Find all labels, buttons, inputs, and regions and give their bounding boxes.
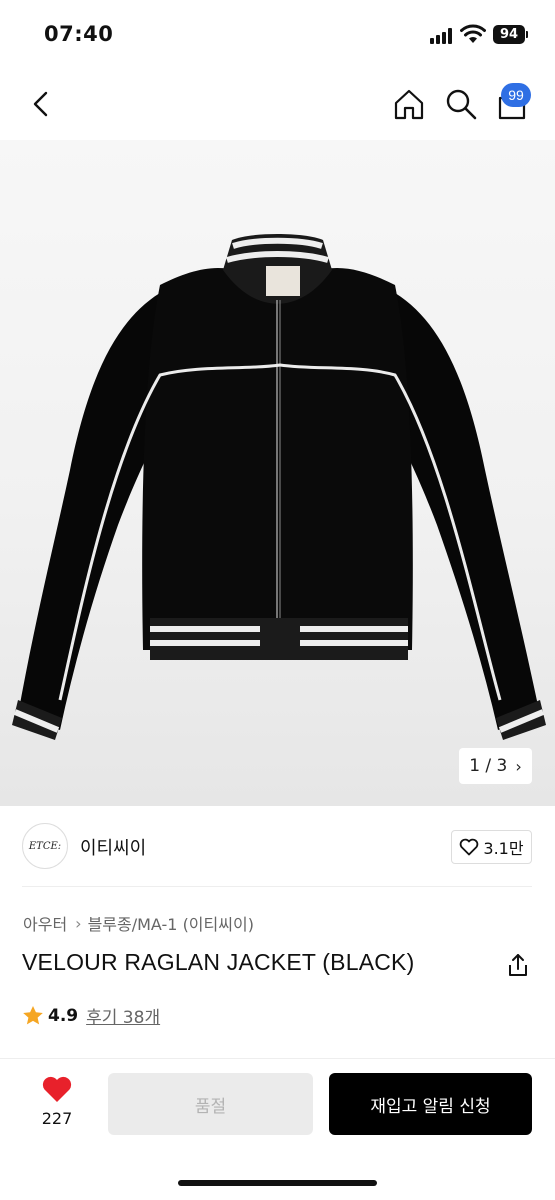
divider [22,886,532,887]
jacket-image [12,234,546,740]
nav-bar [0,78,555,132]
back-arrow-icon[interactable] [26,88,58,120]
battery-tip [526,31,528,38]
search-icon[interactable] [444,87,478,121]
wish-count: 227 [41,1109,73,1128]
heart-outline-icon [460,838,479,856]
status-bar: 07:40 94 [0,0,555,70]
wish-button[interactable]: 227 [32,1075,82,1135]
heart-filled-icon [42,1076,72,1102]
home-icon[interactable] [392,87,426,121]
rating-value: 4.9 [48,1005,79,1026]
restock-alert-button[interactable]: 재입고 알림 신청 [329,1073,532,1135]
breadcrumb: 아우터 › 블루종/MA-1 (이티씨이) [23,911,254,935]
chevron-right-icon: › [515,756,522,776]
star-icon [23,1006,43,1025]
soldout-button[interactable]: 품절 [108,1073,313,1135]
review-link[interactable]: 후기 38개 [86,1003,160,1028]
brand-like-button[interactable]: 3.1만 [451,830,532,864]
brand-logo[interactable]: ETCE: [22,823,68,869]
breadcrumb-subcategory[interactable]: 블루종/MA-1 (이티씨이) [88,911,254,935]
breadcrumb-category[interactable]: 아우터 [23,911,67,935]
product-title: VELOUR RAGLAN JACKET (BLACK) [22,949,415,975]
breadcrumb-separator-icon: › [75,913,82,933]
wifi-icon [460,24,486,43]
home-indicator [178,1180,377,1186]
rating-row: 4.9 후기 38개 [22,1003,160,1028]
battery-icon: 94 [493,25,525,44]
brand-row: ETCE: 이티씨이 3.1만 [0,806,555,888]
image-counter-text: 1 / 3 [469,756,508,776]
signal-icon [430,28,454,44]
brand-like-count: 3.1만 [483,839,524,858]
cart-badge: 99 [501,83,531,107]
status-time: 07:40 [44,22,114,46]
product-image[interactable] [0,140,555,806]
bottom-bar: 227 품절 재입고 알림 신청 [0,1058,555,1200]
share-icon[interactable] [505,952,531,978]
image-counter[interactable]: 1 / 3 › [459,748,532,784]
brand-name[interactable]: 이티씨이 [80,834,146,860]
